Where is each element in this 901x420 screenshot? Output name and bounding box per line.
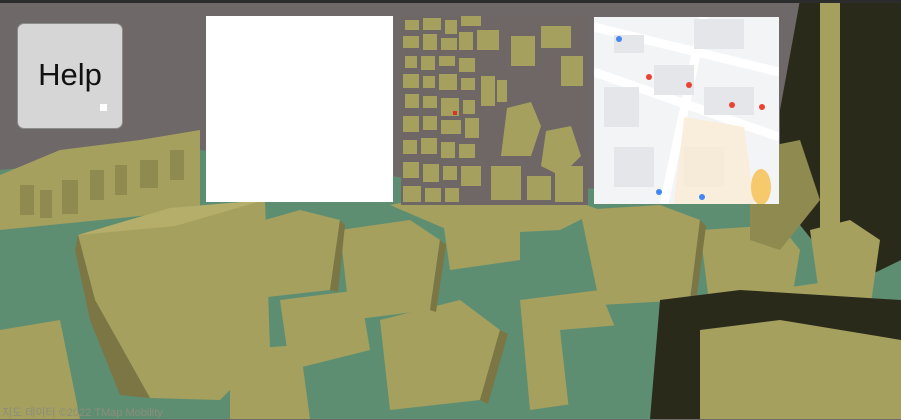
- help-button[interactable]: Help: [17, 23, 123, 129]
- street-map-panel[interactable]: [594, 17, 779, 204]
- street-map-image: [594, 17, 779, 204]
- blank-view-panel: [206, 16, 393, 202]
- aerial-building-map-panel[interactable]: [401, 16, 588, 205]
- aerial-map-image: [401, 16, 588, 205]
- help-button-indicator: [100, 104, 107, 111]
- help-button-label: Help: [38, 57, 102, 92]
- window-top-edge: [0, 0, 901, 3]
- map-attribution: 지도 데이터 ©2022 TMap Mobility: [2, 407, 163, 419]
